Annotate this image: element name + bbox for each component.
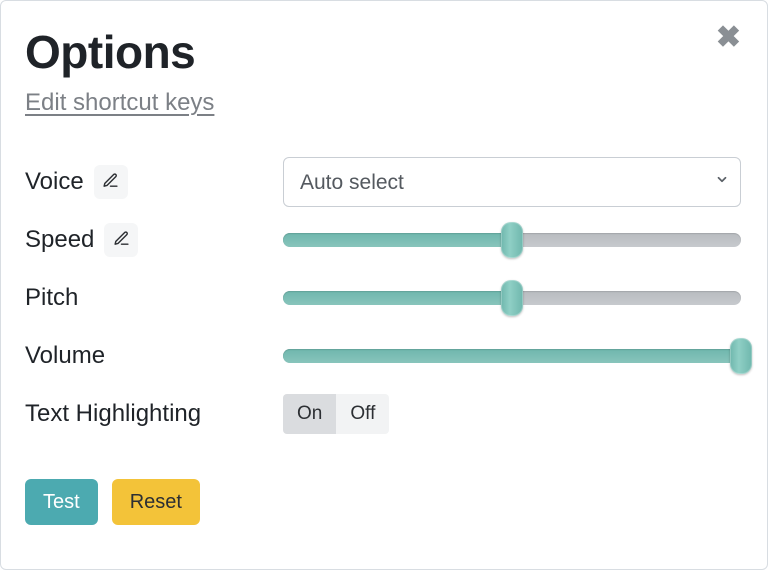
- highlighting-label: Text Highlighting: [25, 400, 201, 428]
- footer-buttons: Test Reset: [25, 479, 741, 525]
- pitch-label-wrap: Pitch: [25, 284, 283, 312]
- volume-slider[interactable]: [283, 338, 741, 374]
- voice-edit-button[interactable]: [94, 165, 128, 199]
- slider-thumb[interactable]: [730, 338, 752, 374]
- highlighting-label-wrap: Text Highlighting: [25, 400, 283, 428]
- test-button[interactable]: Test: [25, 479, 98, 525]
- volume-label: Volume: [25, 342, 105, 370]
- pitch-label: Pitch: [25, 284, 78, 312]
- pencil-icon: [102, 172, 119, 192]
- highlighting-on-button[interactable]: On: [283, 394, 336, 434]
- slider-track-fill: [283, 291, 512, 305]
- volume-label-wrap: Volume: [25, 342, 283, 370]
- highlighting-toggle: On Off: [283, 394, 389, 434]
- page-title: Options: [25, 25, 741, 79]
- slider-thumb[interactable]: [501, 222, 523, 258]
- highlighting-row: Text Highlighting On Off: [25, 385, 741, 443]
- speed-edit-button[interactable]: [104, 223, 138, 257]
- voice-select-wrap: Auto select: [283, 157, 741, 207]
- pitch-row: Pitch: [25, 269, 741, 327]
- options-panel: ✖ Options Edit shortcut keys Voice Auto …: [0, 0, 768, 570]
- volume-row: Volume: [25, 327, 741, 385]
- slider-track-fill: [283, 233, 512, 247]
- speed-slider[interactable]: [283, 222, 741, 258]
- options-rows: Voice Auto select: [25, 153, 741, 443]
- slider-thumb[interactable]: [501, 280, 523, 316]
- voice-label: Voice: [25, 168, 84, 196]
- voice-row: Voice Auto select: [25, 153, 741, 211]
- edit-shortcuts-link[interactable]: Edit shortcut keys: [25, 89, 214, 117]
- pencil-icon: [113, 230, 130, 250]
- reset-button[interactable]: Reset: [112, 479, 200, 525]
- pitch-slider[interactable]: [283, 280, 741, 316]
- speed-label: Speed: [25, 226, 94, 254]
- highlighting-off-button[interactable]: Off: [336, 394, 389, 434]
- speed-row: Speed: [25, 211, 741, 269]
- voice-select[interactable]: Auto select: [283, 157, 741, 207]
- voice-label-wrap: Voice: [25, 165, 283, 199]
- speed-label-wrap: Speed: [25, 223, 283, 257]
- close-icon[interactable]: ✖: [716, 23, 741, 53]
- slider-track-fill: [283, 349, 741, 363]
